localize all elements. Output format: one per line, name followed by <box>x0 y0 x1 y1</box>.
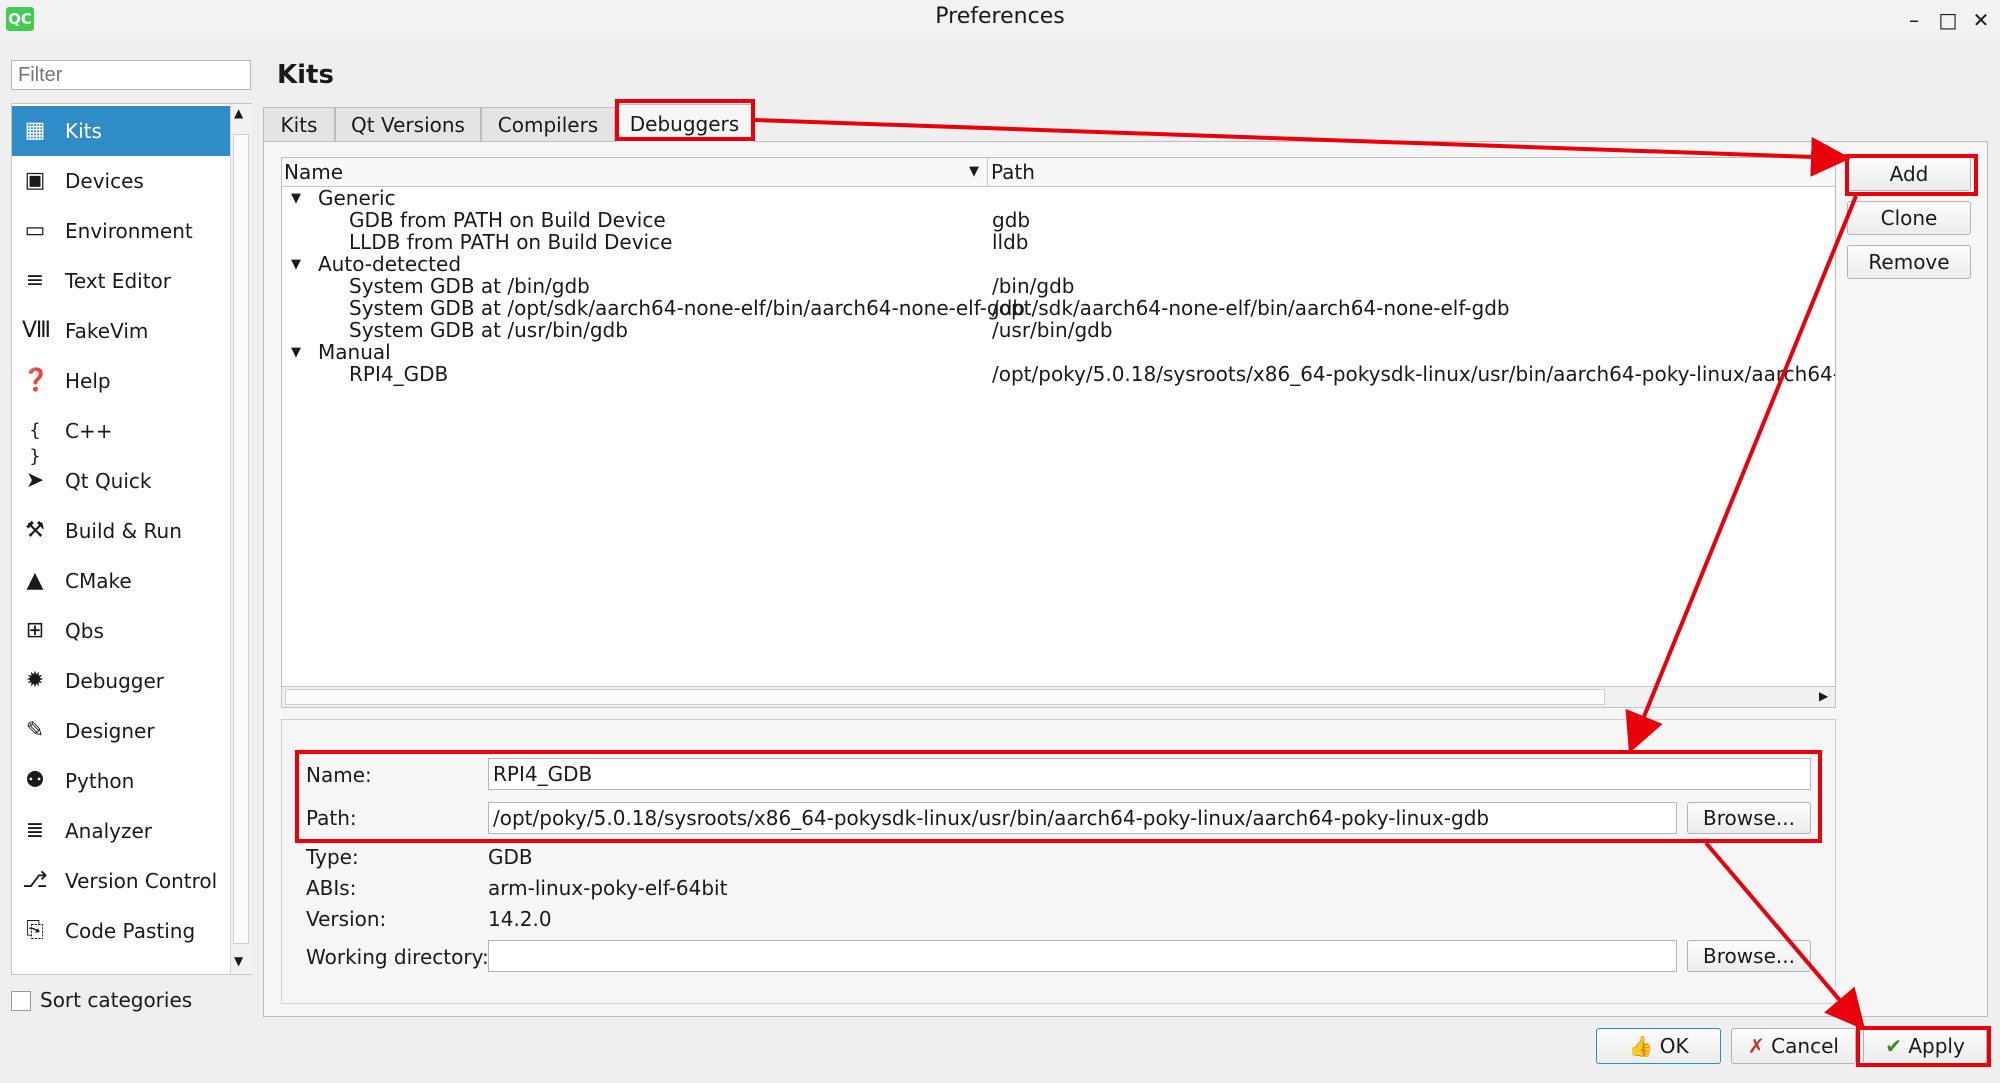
annotation-arrows <box>754 118 1866 1031</box>
annotation-arrow <box>1704 841 1866 1031</box>
annotation-arrow <box>754 118 1851 177</box>
annotation-arrow <box>1625 195 1858 754</box>
